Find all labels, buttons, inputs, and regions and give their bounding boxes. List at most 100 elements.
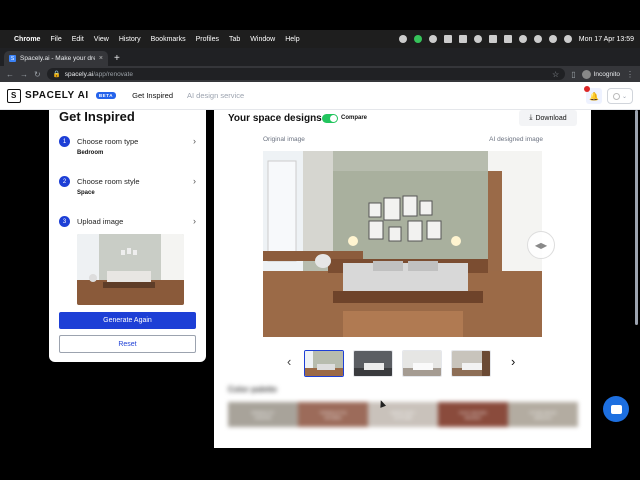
back-icon[interactable]: ← xyxy=(6,70,14,79)
compare-toggle[interactable] xyxy=(322,114,338,123)
ai-image-caption: AI designed image xyxy=(489,136,543,143)
chat-icon xyxy=(610,404,622,414)
step-label: Upload image xyxy=(77,217,124,226)
designs-title: Your space designs xyxy=(228,113,322,124)
chat-support-button[interactable] xyxy=(603,396,629,422)
settings-icon[interactable] xyxy=(428,35,437,43)
generate-again-button[interactable]: Generate Again xyxy=(59,312,196,329)
clock[interactable]: Mon 17 Apr 13:59 xyxy=(579,36,634,43)
reload-icon[interactable]: ↻ xyxy=(34,70,41,79)
spacely-logo-icon: S xyxy=(7,88,21,103)
step-value: Bedroom xyxy=(77,150,104,156)
drag-handle-icon: ◀▶ xyxy=(534,240,548,250)
text-input-icon[interactable] xyxy=(488,35,497,43)
thumbnail-image xyxy=(354,351,392,376)
spacely-favicon-icon: S xyxy=(9,55,16,62)
step-value: Space xyxy=(77,190,95,196)
spacely-logo[interactable]: S SPACELY AI BETA xyxy=(7,88,117,103)
menu-view[interactable]: View xyxy=(94,36,109,43)
grid-icon[interactable] xyxy=(443,35,452,43)
url-host: spacely.ai xyxy=(64,70,94,78)
status-icons: Mon 17 Apr 13:59 xyxy=(398,35,634,43)
user-menu-button[interactable]: ⌄ xyxy=(607,88,633,104)
more-menu-icon[interactable]: ⋮ xyxy=(626,70,634,79)
uploaded-image-thumbnail[interactable] xyxy=(77,234,184,305)
room-photo xyxy=(77,234,184,305)
menu-window[interactable]: Window xyxy=(250,36,275,43)
meet-icon[interactable] xyxy=(413,35,422,43)
url-path: /app/renovate xyxy=(93,70,133,78)
compare-label: Compare xyxy=(341,115,368,121)
download-button[interactable]: ⤓ Download xyxy=(519,110,577,126)
palette-swatch[interactable]: RUST BROWN #8A4B3C xyxy=(438,402,508,427)
close-tab-icon[interactable]: × xyxy=(99,55,103,62)
download-icon: ⤓ xyxy=(529,114,533,121)
menu-help[interactable]: Help xyxy=(285,36,299,43)
download-label: Download xyxy=(535,114,567,122)
palette-title: Color palette xyxy=(228,385,277,394)
battery-icon[interactable] xyxy=(503,35,512,43)
palette-swatch[interactable]: MINIMALIST #A8A39A xyxy=(228,402,298,427)
thumbnail-image xyxy=(305,351,343,376)
menu-edit[interactable]: Edit xyxy=(72,36,84,43)
incognito-badge[interactable]: Incognito xyxy=(581,69,620,79)
previous-design-icon[interactable]: ‹ xyxy=(287,354,291,369)
reset-button[interactable]: Reset xyxy=(59,335,196,353)
lock-icon[interactable]: 🔒 xyxy=(53,70,61,78)
design-thumbnail[interactable] xyxy=(402,350,442,377)
sidepanel-icon[interactable]: ▯ xyxy=(571,70,575,79)
wifi-icon[interactable] xyxy=(518,35,527,43)
next-design-icon[interactable]: › xyxy=(511,354,515,369)
chevron-right-icon: › xyxy=(193,176,196,186)
notification-dot xyxy=(584,86,590,92)
menu-file[interactable]: File xyxy=(50,36,61,43)
original-image-caption: Original image xyxy=(263,136,305,143)
menu-app-name[interactable]: Chrome xyxy=(14,36,40,43)
record-icon[interactable] xyxy=(398,35,407,43)
step-label: Choose room type xyxy=(77,137,139,146)
menu-history[interactable]: History xyxy=(119,36,141,43)
app-header: S SPACELY AI BETA Get Inspired AI design… xyxy=(0,82,640,110)
step-label: Choose room style xyxy=(77,177,140,186)
macos-menubar: Chrome File Edit View History Bookmarks … xyxy=(0,30,640,48)
palette-swatch[interactable]: TERRACOTTA #9C6B5A xyxy=(298,402,368,427)
logo-text: SPACELY AI xyxy=(25,90,89,101)
play-icon[interactable] xyxy=(473,35,482,43)
compare-slider-handle[interactable]: ◀▶ xyxy=(527,231,555,259)
step-room-type[interactable]: 1 Choose room type Bedroom › xyxy=(59,136,196,172)
design-thumbnail[interactable] xyxy=(353,350,393,377)
forward-icon[interactable]: → xyxy=(20,70,28,79)
siri-icon[interactable] xyxy=(563,35,572,43)
thumbnail-image xyxy=(452,351,490,376)
search-icon[interactable] xyxy=(533,35,542,43)
step-number: 2 xyxy=(59,176,70,187)
chevron-down-icon: ⌄ xyxy=(621,93,628,100)
control-center-icon[interactable] xyxy=(548,35,557,43)
nav-get-inspired[interactable]: Get Inspired xyxy=(132,91,173,100)
design-thumbnail[interactable] xyxy=(304,350,344,377)
notifications-button[interactable]: 🔔 xyxy=(584,86,602,104)
nav-ai-design-service[interactable]: AI design service xyxy=(187,91,244,100)
browser-toolbar: ← → ↻ 🔒 spacely.ai/app/renovate ☆ ▯ Inco… xyxy=(0,66,640,82)
palette-swatch[interactable]: STONE BEIGE #B3ACA1 xyxy=(508,402,578,427)
address-bar[interactable]: 🔒 spacely.ai/app/renovate ☆ xyxy=(46,68,566,80)
new-tab-icon[interactable]: + xyxy=(114,51,120,66)
design-thumbnail[interactable] xyxy=(451,350,491,377)
step-room-style[interactable]: 2 Choose room style Space › xyxy=(59,176,196,212)
menu-profiles[interactable]: Profiles xyxy=(196,36,219,43)
menu-tab[interactable]: Tab xyxy=(229,36,240,43)
step-upload-image[interactable]: 3 Upload image › xyxy=(59,216,196,234)
page-scrollbar[interactable] xyxy=(635,110,638,325)
step-number: 1 xyxy=(59,136,70,147)
bookmark-star-icon[interactable]: ☆ xyxy=(552,70,559,79)
display-icon[interactable] xyxy=(458,35,467,43)
thumbnail-image xyxy=(403,351,441,376)
palette-swatch[interactable]: WARM GREY #C9C2BB xyxy=(368,402,438,427)
beta-badge: BETA xyxy=(95,92,117,99)
menu-bookmarks[interactable]: Bookmarks xyxy=(151,36,186,43)
designs-panel: Your space designs Compare ⤓ Download Or… xyxy=(214,110,591,448)
comparison-viewer[interactable] xyxy=(263,151,542,337)
browser-tab[interactable]: S Spacely.ai - Make your dream × xyxy=(4,51,108,66)
chevron-right-icon: › xyxy=(193,216,196,226)
panel-title: Get Inspired xyxy=(59,109,135,124)
